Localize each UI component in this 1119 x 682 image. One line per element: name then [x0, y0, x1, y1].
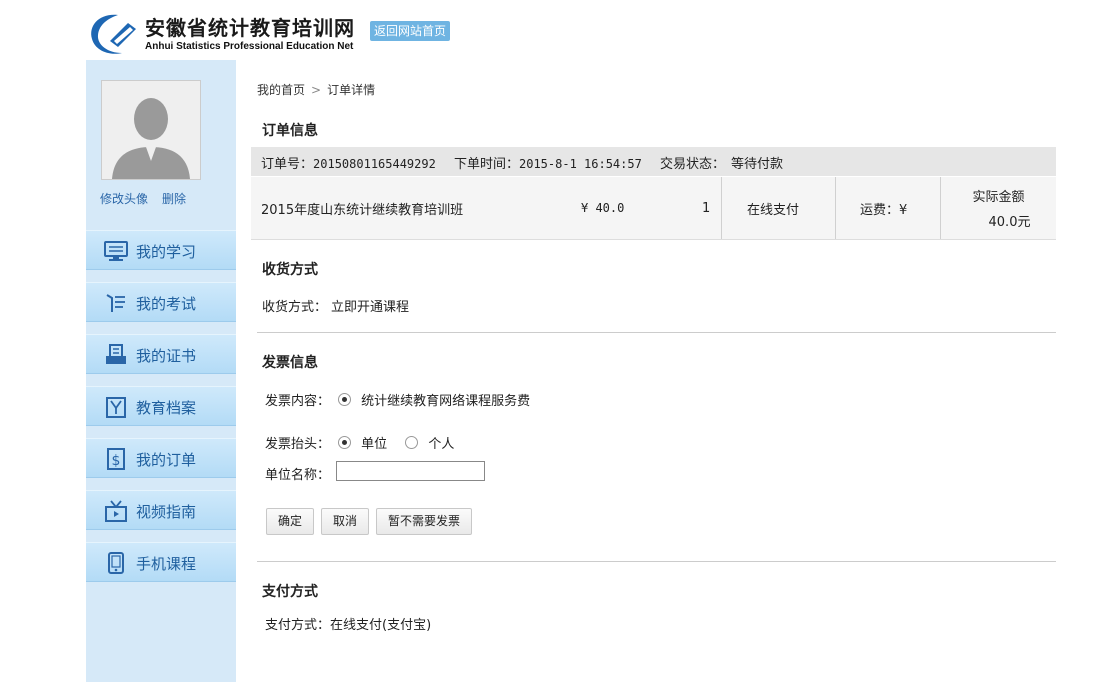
user-silhouette-icon [102, 81, 200, 179]
invoice-header-company-radio[interactable] [338, 436, 352, 449]
payment-value: 在线支付(支付宝) [330, 618, 432, 633]
divider [257, 332, 1056, 333]
sidebar-item-label: 我的考试 [136, 295, 197, 313]
order-item-row: 2015年度山东统计继续教育培训班 ¥ 40.0 1 在线支付 运费：¥ 实际金… [251, 177, 1056, 240]
edit-avatar-link[interactable]: 修改头像 [100, 192, 148, 206]
tv-icon [105, 500, 127, 522]
course-quantity: 1 [702, 200, 711, 216]
sidebar-item-label: 我的证书 [136, 347, 197, 365]
breadcrumb: 我的首页 > 订单详情 [257, 81, 375, 98]
invoice-header-personal-label: 个人 [428, 437, 455, 452]
site-logo[interactable] [88, 11, 140, 57]
total-value: 40.0元 [988, 215, 1031, 230]
order-section-title: 订单信息 [262, 123, 318, 139]
divider [257, 561, 1056, 562]
invoice-section-title: 发票信息 [262, 355, 318, 371]
site-subtitle: Anhui Statistics Professional Education … [145, 41, 354, 52]
sidebar-item-education-archive[interactable]: 教育档案 [86, 386, 236, 426]
invoice-content-radio[interactable] [338, 393, 352, 406]
pay-type: 在线支付 [747, 202, 800, 218]
order-icon: $ [107, 448, 125, 470]
exam-icon [106, 294, 125, 312]
certificate-icon [106, 344, 126, 364]
course-price: ¥ 40.0 [581, 201, 625, 215]
breadcrumb-current: 订单详情 [327, 83, 376, 97]
confirm-button[interactable]: 确定 [266, 508, 315, 535]
payment-label: 支付方式： [265, 618, 331, 633]
delivery-value: 立即开通课程 [331, 300, 410, 315]
archive-icon [106, 397, 126, 418]
invoice-header-company-label: 单位 [361, 437, 388, 452]
sidebar-item-label: 我的订单 [136, 451, 197, 469]
order-status: 交易状态： 等待付款 [659, 157, 783, 172]
delivery-method: 收货方式： 立即开通课程 [262, 296, 409, 315]
invoice-content-option: 统计继续教育网络课程服务费 [361, 394, 531, 409]
cancel-button[interactable]: 取消 [321, 508, 370, 535]
order-number: 订单号：20150801165449292 [261, 157, 436, 172]
sidebar-item-label: 教育档案 [136, 399, 197, 417]
avatar [101, 80, 201, 180]
sidebar-item-my-certificate[interactable]: 我的证书 [86, 334, 236, 374]
sidebar: 修改头像 删除 我的学习 我的考试 我的证书 教育档案 $ 我的订单 视频指南 … [86, 60, 236, 682]
order-time: 下单时间：2015-8-1 16:54:57 [453, 157, 642, 172]
invoice-content-label: 发票内容： [265, 394, 331, 409]
sidebar-item-my-exam[interactable]: 我的考试 [86, 282, 236, 322]
sidebar-item-label: 手机课程 [136, 555, 197, 573]
chevron-right-icon: > [311, 83, 322, 97]
mobile-icon [108, 552, 124, 574]
site-title: 安徽省统计教育培训网 [145, 16, 355, 40]
sidebar-item-video-guide[interactable]: 视频指南 [86, 490, 236, 530]
sidebar-item-label: 视频指南 [136, 503, 197, 521]
monitor-icon [104, 241, 128, 261]
no-invoice-button[interactable]: 暂不需要发票 [376, 508, 473, 535]
breadcrumb-home-link[interactable]: 我的首页 [257, 83, 305, 97]
sidebar-item-my-study[interactable]: 我的学习 [86, 230, 236, 270]
avatar-links: 修改头像 删除 [100, 190, 200, 207]
shipping-fee: 运费：¥ [860, 202, 908, 218]
order-summary-bar: 订单号：20150801165449292 下单时间：2015-8-1 16:5… [251, 147, 1056, 176]
svg-text:$: $ [112, 453, 121, 469]
sidebar-item-label: 我的学习 [136, 243, 197, 261]
invoice-header-row: 发票抬头： 单位 个人 [265, 433, 454, 452]
sidebar-item-mobile-course[interactable]: 手机课程 [86, 542, 236, 582]
payment-method: 支付方式：在线支付(支付宝) [265, 614, 431, 633]
back-home-button[interactable]: 返回网站首页 [370, 21, 451, 41]
site-header: 安徽省统计教育培训网 Anhui Statistics Professional… [0, 0, 1119, 60]
course-name: 2015年度山东统计继续教育培训班 [261, 202, 464, 218]
delivery-section-title: 收货方式 [262, 262, 318, 278]
total-amount: 实际金额 40.0元 [941, 177, 1056, 239]
total-label: 实际金额 [972, 190, 1025, 205]
sidebar-menu: 我的学习 我的考试 我的证书 教育档案 $ 我的订单 视频指南 手机课程 [86, 230, 236, 594]
delivery-label: 收货方式： [262, 300, 328, 315]
sidebar-item-my-order[interactable]: $ 我的订单 [86, 438, 236, 478]
company-name-label: 单位名称： [265, 468, 331, 483]
invoice-content-row: 发票内容： 统计继续教育网络课程服务费 [265, 390, 530, 409]
delete-avatar-link[interactable]: 删除 [162, 192, 186, 206]
payment-section-title: 支付方式 [262, 584, 318, 600]
invoice-header-personal-radio[interactable] [405, 436, 419, 449]
company-name-input[interactable] [336, 461, 485, 481]
invoice-header-label: 发票抬头： [265, 437, 331, 452]
